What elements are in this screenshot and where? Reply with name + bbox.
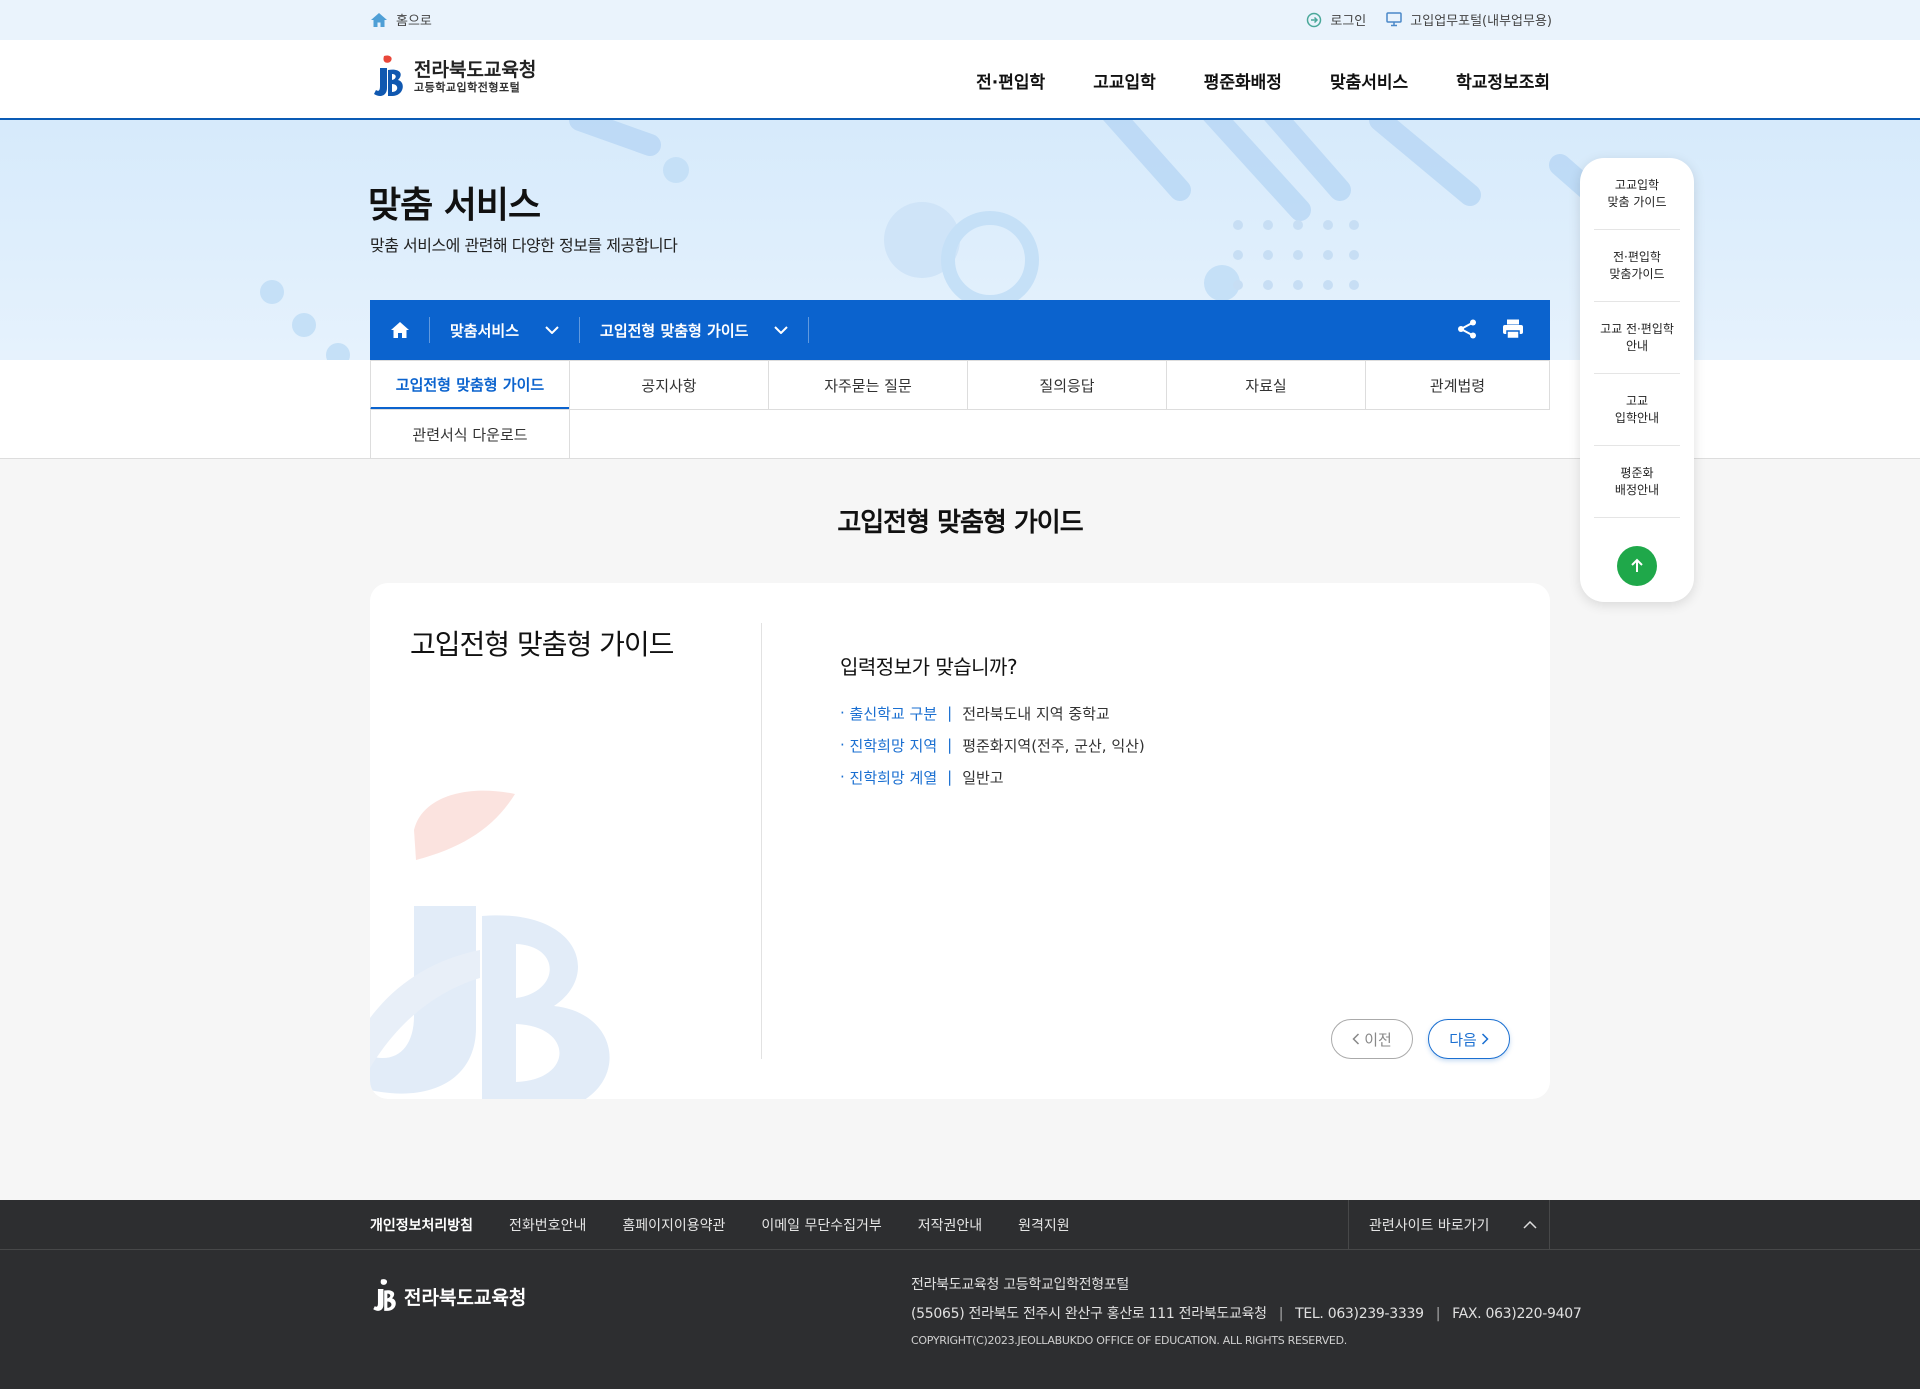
footer-link-remote-support[interactable]: 원격지원	[1018, 1215, 1070, 1235]
share-icon[interactable]	[1456, 318, 1478, 340]
login-label: 로그인	[1330, 14, 1367, 29]
print-icon[interactable]	[1502, 318, 1524, 340]
portal-label: 고입업무포털(내부업무용)	[1410, 14, 1552, 29]
footer-tel: TEL. 063)239-3339	[1295, 1306, 1424, 1322]
footer-link-email-refusal[interactable]: 이메일 무단수집거부	[761, 1215, 881, 1235]
arrow-up-icon	[1631, 558, 1643, 572]
header: 전라북도교육청 고등학교입학전형포털 전·편입학 고교입학 평준화배정 맞춤서비…	[0, 40, 1920, 120]
home-icon	[371, 12, 387, 27]
nav-equalization[interactable]: 평준화배정	[1204, 68, 1282, 93]
site-logo[interactable]: 전라북도교육청 고등학교입학전형포털	[370, 54, 536, 100]
location-depth2[interactable]: 고입전형 맞춤형 가이드	[580, 317, 810, 343]
page-subtitle: 맞춤 서비스에 관련해 다양한 정보를 제공합니다	[370, 236, 678, 255]
tab-laws[interactable]: 관계법령	[1365, 360, 1550, 410]
related-sites-label: 관련사이트 바로가기	[1369, 1217, 1490, 1234]
footer-fax: FAX. 063)220-9407	[1452, 1306, 1582, 1322]
info-value: 전라북도내 지역 중학교	[962, 704, 1110, 723]
location-bar: 맞춤서비스 고입전형 맞춤형 가이드	[370, 300, 1550, 360]
home-link[interactable]: 홈으로	[370, 10, 432, 29]
quick-menu: 고교입학 맞춤 가이드 전·편입학 맞춤가이드 고교 전·편입학 안내 고교 입…	[1580, 158, 1694, 602]
tab-notice[interactable]: 공지사항	[569, 360, 769, 410]
quick-transfer-guide[interactable]: 전·편입학 맞춤가이드	[1594, 230, 1680, 302]
info-list: · 출신학교 구분 | 전라북도내 지역 중학교 · 진학희망 지역 | 평준화지역(전…	[840, 697, 1145, 793]
related-sites-select[interactable]: 관련사이트 바로가기	[1348, 1200, 1550, 1249]
chevron-down-icon	[774, 326, 789, 334]
tab-custom-guide[interactable]: 고입전형 맞춤형 가이드	[370, 360, 570, 410]
page-title: 맞춤 서비스	[368, 185, 541, 226]
tab-faq[interactable]: 자주묻는 질문	[768, 360, 968, 410]
quick-admission-info[interactable]: 고교 입학안내	[1594, 374, 1680, 446]
card-divider	[761, 623, 762, 1059]
footer-info: 전라북도교육청 고등학교입학전형포털 (55065) 전라북도 전주시 완산구 …	[911, 1274, 1582, 1363]
info-label: 진학희망 지역	[849, 736, 938, 755]
tab-archive[interactable]: 자료실	[1166, 360, 1366, 410]
prev-button[interactable]: 이전	[1331, 1019, 1413, 1059]
quick-custom-guide[interactable]: 고교입학 맞춤 가이드	[1594, 158, 1680, 230]
login-link[interactable]: 로그인	[1306, 10, 1366, 29]
question-title: 입력정보가 맞습니까?	[840, 655, 1018, 679]
footer-logo-text: 전라북도교육청	[404, 1286, 527, 1309]
home-link-label: 홈으로	[396, 14, 432, 29]
location-depth1[interactable]: 맞춤서비스	[430, 317, 581, 343]
location-depth2-label: 고입전형 맞춤형 가이드	[600, 321, 749, 340]
info-row-school-type: · 출신학교 구분 | 전라북도내 지역 중학교	[840, 704, 1110, 723]
chevron-up-icon	[1523, 1220, 1537, 1229]
location-home[interactable]	[370, 317, 430, 343]
location-depth1-label: 맞춤서비스	[450, 321, 520, 340]
nav-transfer[interactable]: 전·편입학	[976, 68, 1045, 93]
scroll-top-button[interactable]	[1617, 546, 1657, 586]
utility-bar: 홈으로 로그인 고입업무포털(내부업무용)	[0, 0, 1920, 40]
logo-subtitle: 고등학교입학전형포털	[414, 81, 521, 94]
nav-school-info[interactable]: 학교정보조회	[1456, 68, 1550, 93]
footer-org: 전라북도교육청 고등학교입학전형포털	[911, 1277, 1130, 1293]
info-row-track: · 진학희망 계열 | 일반고	[840, 768, 1004, 787]
info-value: 일반고	[962, 768, 1004, 787]
footer-copyright: COPYRIGHT(C)2023.JEOLLABUKDO OFFICE OF E…	[911, 1334, 1347, 1347]
logo-title: 전라북도교육청	[414, 59, 537, 81]
nav-high-school-admission[interactable]: 고교입학	[1093, 68, 1156, 93]
card-title: 고입전형 맞춤형 가이드	[410, 628, 674, 661]
footer-address: (55065) 전라북도 전주시 완산구 홍산로 111 전라북도교육청	[911, 1306, 1267, 1322]
chevron-down-icon	[545, 326, 559, 334]
info-row-region: · 진학희망 지역 | 평준화지역(전주, 군산, 익산)	[840, 736, 1145, 755]
info-label: 진학희망 계열	[849, 768, 938, 787]
footer-link-copyright[interactable]: 저작권안내	[918, 1215, 982, 1235]
jb-watermark-logo	[370, 790, 610, 1099]
nav-custom-service[interactable]: 맞춤서비스	[1330, 68, 1408, 93]
footer-link-terms[interactable]: 홈페이지이용약관	[622, 1215, 725, 1235]
monitor-icon	[1386, 12, 1403, 27]
info-value: 평준화지역(전주, 군산, 익산)	[962, 736, 1145, 755]
jb-logo-icon	[374, 55, 403, 96]
chevron-right-icon	[1481, 1033, 1489, 1045]
guide-card: 고입전형 맞춤형 가이드 입력정보가 맞습니까? · 출신학교 구분 | 전라북도내…	[370, 583, 1550, 1099]
quick-equalization-info[interactable]: 평준화 배정안내	[1594, 446, 1680, 518]
footer-link-phone[interactable]: 전화번호안내	[509, 1215, 586, 1235]
footer: 개인정보처리방침 전화번호안내 홈페이지이용약관 이메일 무단수집거부 저작권안…	[0, 1200, 1920, 1389]
jb-logo-icon	[373, 1279, 396, 1311]
home-icon	[390, 322, 409, 338]
tab-forms-download[interactable]: 관련서식 다운로드	[370, 409, 570, 459]
portal-link[interactable]: 고입업무포털(내부업무용)	[1386, 10, 1552, 29]
prev-button-label: 이전	[1364, 1030, 1392, 1049]
footer-link-privacy[interactable]: 개인정보처리방침	[370, 1215, 473, 1235]
footer-links: 개인정보처리방침 전화번호안내 홈페이지이용약관 이메일 무단수집거부 저작권안…	[370, 1200, 1070, 1249]
tab-qna[interactable]: 질의응답	[967, 360, 1167, 410]
main-nav: 전·편입학 고교입학 평준화배정 맞춤서비스 학교정보조회	[976, 68, 1550, 93]
footer-logo: 전라북도교육청	[370, 1278, 526, 1314]
info-label: 출신학교 구분	[849, 704, 938, 723]
quick-transfer-info[interactable]: 고교 전·편입학 안내	[1594, 302, 1680, 374]
footer-divider	[0, 1249, 1920, 1250]
next-button[interactable]: 다음	[1428, 1019, 1510, 1059]
next-button-label: 다음	[1449, 1030, 1477, 1049]
chevron-left-icon	[1352, 1033, 1360, 1045]
login-icon	[1307, 12, 1322, 27]
